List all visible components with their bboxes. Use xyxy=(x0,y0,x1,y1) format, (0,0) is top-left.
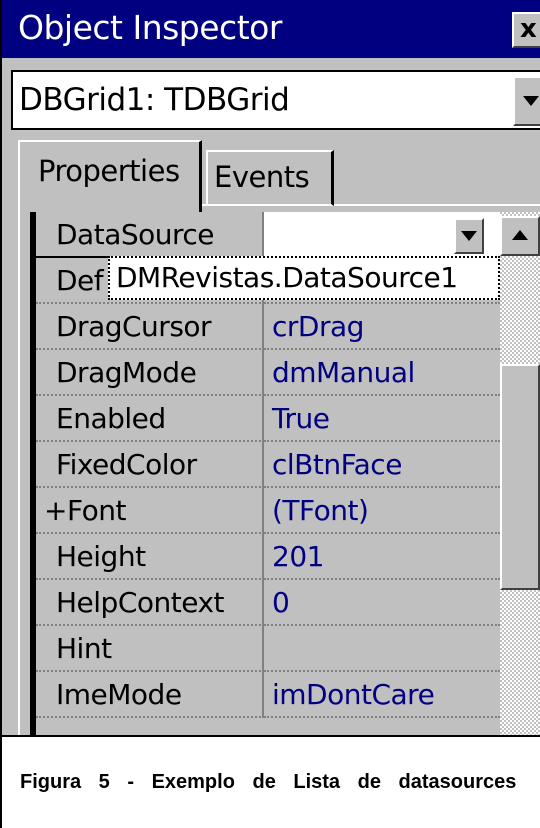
property-name: DataSource xyxy=(36,212,264,258)
tab-properties[interactable]: Properties xyxy=(18,140,202,212)
scroll-up-button[interactable] xyxy=(500,216,540,256)
property-row-dragcursor[interactable]: DragCursor crDrag xyxy=(36,304,500,350)
tab-events-label: Events xyxy=(214,160,310,194)
close-icon: x xyxy=(520,14,537,44)
property-name: HelpContext xyxy=(36,580,264,626)
close-button[interactable]: x xyxy=(512,12,540,48)
chevron-down-icon xyxy=(461,231,477,241)
datasource-dropdown-button[interactable] xyxy=(454,218,484,254)
property-name: DragCursor xyxy=(36,304,264,350)
property-name: DragMode xyxy=(36,350,264,396)
property-row-hint[interactable]: Hint xyxy=(36,626,500,672)
property-name: Enabled xyxy=(36,396,264,442)
property-value[interactable]: 0 xyxy=(264,580,500,626)
property-name: Hint xyxy=(36,626,264,672)
datasource-dropdown-list[interactable]: DMRevistas.DataSource1 xyxy=(108,256,500,300)
figure-caption: Figura 5 - Exemplo de Lista de datasourc… xyxy=(20,771,517,793)
property-value[interactable]: dmManual xyxy=(264,350,500,396)
property-value[interactable]: imDontCare xyxy=(264,672,500,718)
property-value[interactable]: True xyxy=(264,396,500,442)
dropdown-item[interactable]: DMRevistas.DataSource1 xyxy=(116,258,458,298)
tab-events[interactable]: Events xyxy=(206,150,334,206)
property-name: ImeMode xyxy=(36,672,264,718)
property-name: Height xyxy=(36,534,264,580)
property-value[interactable]: (TFont) xyxy=(264,488,500,534)
property-row-height[interactable]: Height 201 xyxy=(36,534,500,580)
object-selector-value: DBGrid1: TDBGrid xyxy=(19,82,290,118)
property-value[interactable] xyxy=(264,626,500,672)
property-value[interactable]: clBtnFace xyxy=(264,442,500,488)
figure-caption-box: Figura 5 - Exemplo de Lista de datasourc… xyxy=(0,735,540,828)
scrollbar-thumb[interactable] xyxy=(500,364,540,590)
property-value[interactable]: crDrag xyxy=(264,304,500,350)
title-bar[interactable]: Object Inspector x xyxy=(2,0,540,58)
chevron-up-icon xyxy=(512,230,528,240)
object-selector-combo[interactable]: DBGrid1: TDBGrid xyxy=(11,70,540,130)
property-name: FixedColor xyxy=(36,442,264,488)
property-row-helpcontext[interactable]: HelpContext 0 xyxy=(36,580,500,626)
window-title: Object Inspector xyxy=(18,8,282,47)
property-row-font[interactable]: +Font (TFont) xyxy=(36,488,500,534)
property-name-expandable[interactable]: +Font xyxy=(36,488,264,534)
property-row-fixedcolor[interactable]: FixedColor clBtnFace xyxy=(36,442,500,488)
tab-properties-label: Properties xyxy=(38,154,180,188)
property-row-dragmode[interactable]: DragMode dmManual xyxy=(36,350,500,396)
property-row-imemode[interactable]: ImeMode imDontCare xyxy=(36,672,500,718)
property-row-enabled[interactable]: Enabled True xyxy=(36,396,500,442)
object-inspector-window: Object Inspector x DBGrid1: TDBGrid Prop… xyxy=(0,0,540,764)
property-row-datasource[interactable]: DataSource xyxy=(36,212,500,258)
object-selector-dropdown-button[interactable] xyxy=(513,76,540,126)
property-value[interactable]: 201 xyxy=(264,534,500,580)
chevron-down-icon xyxy=(523,96,539,106)
